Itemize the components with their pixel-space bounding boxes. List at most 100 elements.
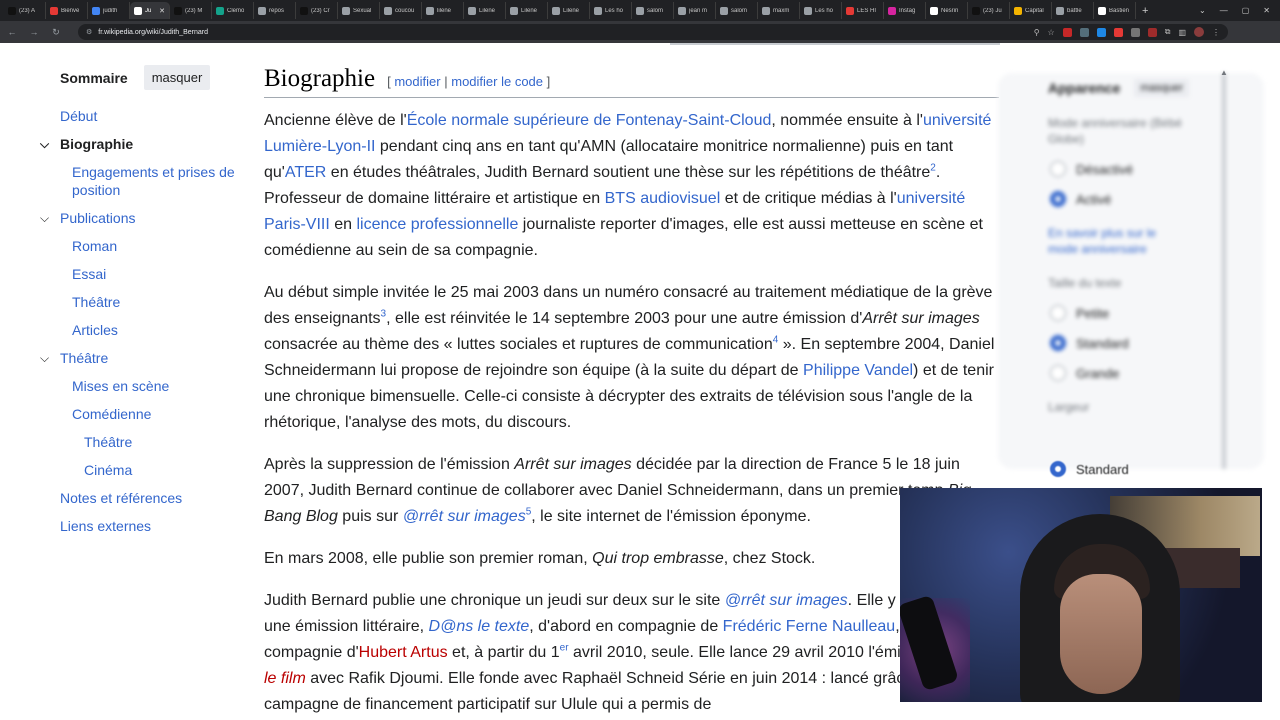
tab-close-icon[interactable]: ✕ bbox=[159, 7, 165, 15]
address-url[interactable]: fr.wikipedia.org/wiki/Judith_Bernard bbox=[98, 29, 208, 36]
site-info-icon[interactable]: ⚙ bbox=[86, 28, 92, 36]
radio-icon[interactable] bbox=[1050, 365, 1066, 381]
browser-tab[interactable]: Bastien bbox=[1094, 2, 1136, 19]
browser-tab[interactable]: coucou bbox=[380, 2, 422, 19]
text-size-standard-option[interactable]: Standard bbox=[1048, 335, 1264, 351]
toc-item[interactable]: Théâtre bbox=[38, 428, 238, 456]
browser-tab[interactable]: Ju ✕ bbox=[130, 2, 170, 19]
appearance-hide-button[interactable]: masquer bbox=[1134, 79, 1190, 97]
browser-tab[interactable]: repos bbox=[254, 2, 296, 19]
toc-item[interactable]: Essai bbox=[38, 260, 238, 288]
wiki-link[interactable]: Naulleau bbox=[832, 618, 895, 635]
extensions-puzzle-icon[interactable]: ⧉ bbox=[1165, 27, 1171, 37]
browser-tab[interactable]: Les ho bbox=[590, 2, 632, 19]
extension-pdf-icon[interactable] bbox=[1062, 27, 1072, 37]
browser-tab[interactable]: Capital bbox=[1010, 2, 1052, 19]
toc-item[interactable]: ⌵ Biographie bbox=[38, 130, 238, 158]
tab-search-icon[interactable]: ⌄ bbox=[1199, 6, 1206, 15]
width-standard-option[interactable]: Standard bbox=[1048, 461, 1129, 477]
browser-tab[interactable]: Lilene bbox=[464, 2, 506, 19]
wiki-link[interactable]: ATER bbox=[285, 164, 326, 181]
extension-icon[interactable] bbox=[1096, 27, 1106, 37]
panel-scroll-up-icon[interactable]: ▲ bbox=[1220, 68, 1228, 77]
toc-collapse-chevron-icon[interactable]: ⌵ bbox=[40, 209, 49, 227]
browser-tab[interactable]: Nesrin bbox=[926, 2, 968, 19]
close-window-icon[interactable]: ✕ bbox=[1263, 6, 1270, 15]
toc-item[interactable]: ⌵ Théâtre bbox=[38, 344, 238, 372]
toc-collapse-chevron-icon[interactable]: ⌵ bbox=[40, 135, 49, 153]
birthday-on-option[interactable]: Activé bbox=[1048, 191, 1264, 207]
wiki-link[interactable]: Frédéric Ferne bbox=[723, 618, 828, 635]
browser-tab[interactable]: Clemo bbox=[212, 2, 254, 19]
edit-link[interactable]: modifier bbox=[394, 74, 440, 89]
new-tab-icon[interactable]: + bbox=[1136, 5, 1154, 17]
toc-item[interactable]: Théâtre bbox=[38, 288, 238, 316]
browser-tab[interactable]: lilene bbox=[422, 2, 464, 19]
browser-tab[interactable]: Instag bbox=[884, 2, 926, 19]
browser-tab[interactable]: judith bbox=[88, 2, 130, 19]
menu-kebab-icon[interactable]: ⋮ bbox=[1212, 28, 1220, 37]
wiki-link[interactable]: @rrêt sur images bbox=[403, 508, 526, 525]
radio-selected-icon[interactable] bbox=[1050, 461, 1066, 477]
browser-tab[interactable]: (23) M bbox=[170, 2, 212, 19]
extension-icon[interactable] bbox=[1079, 27, 1089, 37]
toc-hide-button[interactable]: masquer bbox=[143, 65, 211, 90]
toc-item[interactable]: Roman bbox=[38, 232, 238, 260]
toc-item[interactable]: Notes et références bbox=[38, 484, 238, 512]
panel-scrollbar[interactable] bbox=[1222, 73, 1226, 469]
birthday-off-option[interactable]: Désactivé bbox=[1048, 161, 1264, 177]
radio-selected-icon[interactable] bbox=[1050, 335, 1066, 351]
wiki-link[interactable]: D@ns le texte bbox=[429, 618, 530, 635]
edit-source-link[interactable]: modifier le code bbox=[451, 74, 543, 89]
zoom-icon[interactable]: ⚲ bbox=[1034, 28, 1040, 37]
toc-item[interactable]: Début bbox=[38, 102, 238, 130]
extension-icon[interactable] bbox=[1130, 27, 1140, 37]
reload-icon[interactable]: ↻ bbox=[50, 27, 62, 38]
wiki-link[interactable]: @rrêt sur images bbox=[725, 592, 848, 609]
toc-item[interactable]: Mises en scène bbox=[38, 372, 238, 400]
browser-tab[interactable]: Sexual bbox=[338, 2, 380, 19]
wiki-link[interactable]: Philippe Vandel bbox=[803, 362, 913, 379]
toc-item[interactable]: Engagements et prises de position bbox=[38, 158, 238, 204]
redlink[interactable]: Hubert Artus bbox=[359, 644, 448, 661]
wiki-link[interactable]: École normale supérieure de Fontenay-Sai… bbox=[407, 112, 772, 129]
toc-item[interactable]: ⌵ Publications bbox=[38, 204, 238, 232]
toc-collapse-chevron-icon[interactable]: ⌵ bbox=[40, 349, 49, 367]
toc-item[interactable]: Articles bbox=[38, 316, 238, 344]
address-bar[interactable]: ⚙ fr.wikipedia.org/wiki/Judith_Bernard ⚲… bbox=[78, 24, 1228, 40]
text-size-small-option[interactable]: Petite bbox=[1048, 305, 1264, 321]
browser-tab[interactable]: salom bbox=[632, 2, 674, 19]
browser-tab[interactable]: Bienve bbox=[46, 2, 88, 19]
toc-item[interactable]: Comédienne bbox=[38, 400, 238, 428]
browser-tab[interactable]: (23) A bbox=[4, 2, 46, 19]
text-size-large-option[interactable]: Grande bbox=[1048, 365, 1264, 381]
browser-tab[interactable]: Les ho bbox=[800, 2, 842, 19]
radio-icon[interactable] bbox=[1050, 161, 1066, 177]
extension-icon[interactable] bbox=[1113, 27, 1123, 37]
footnote-ref[interactable]: er bbox=[560, 643, 569, 654]
profile-avatar[interactable] bbox=[1194, 27, 1204, 37]
browser-tab[interactable]: (23) Ju bbox=[968, 2, 1010, 19]
browser-tab[interactable]: jean m bbox=[674, 2, 716, 19]
browser-tab[interactable]: (23) Cr bbox=[296, 2, 338, 19]
back-icon[interactable]: ← bbox=[6, 27, 18, 37]
toc-item[interactable]: Cinéma bbox=[38, 456, 238, 484]
maximize-icon[interactable]: ▢ bbox=[1242, 6, 1250, 15]
browser-tab[interactable]: LES HI bbox=[842, 2, 884, 19]
wiki-link[interactable]: BTS audiovisuel bbox=[605, 190, 721, 207]
radio-icon[interactable] bbox=[1050, 305, 1066, 321]
browser-tab[interactable]: maxm bbox=[758, 2, 800, 19]
birthday-learn-more-link[interactable]: En savoir plus sur le mode anniversaire bbox=[1048, 225, 1188, 257]
radio-selected-icon[interactable] bbox=[1050, 191, 1066, 207]
extension-icon[interactable] bbox=[1147, 27, 1157, 37]
toc-item[interactable]: Liens externes bbox=[38, 512, 238, 540]
browser-tab[interactable]: Lilene bbox=[548, 2, 590, 19]
browser-tab[interactable]: salom bbox=[716, 2, 758, 19]
bookmark-star-icon[interactable]: ☆ bbox=[1048, 28, 1055, 37]
wiki-link[interactable]: licence professionnelle bbox=[356, 216, 518, 233]
browser-tab[interactable]: Lilene bbox=[506, 2, 548, 19]
forward-icon[interactable]: → bbox=[28, 27, 40, 37]
sidepanel-icon[interactable]: ▥ bbox=[1178, 28, 1186, 37]
browser-tab[interactable]: battle bbox=[1052, 2, 1094, 19]
minimize-icon[interactable]: — bbox=[1220, 6, 1228, 15]
